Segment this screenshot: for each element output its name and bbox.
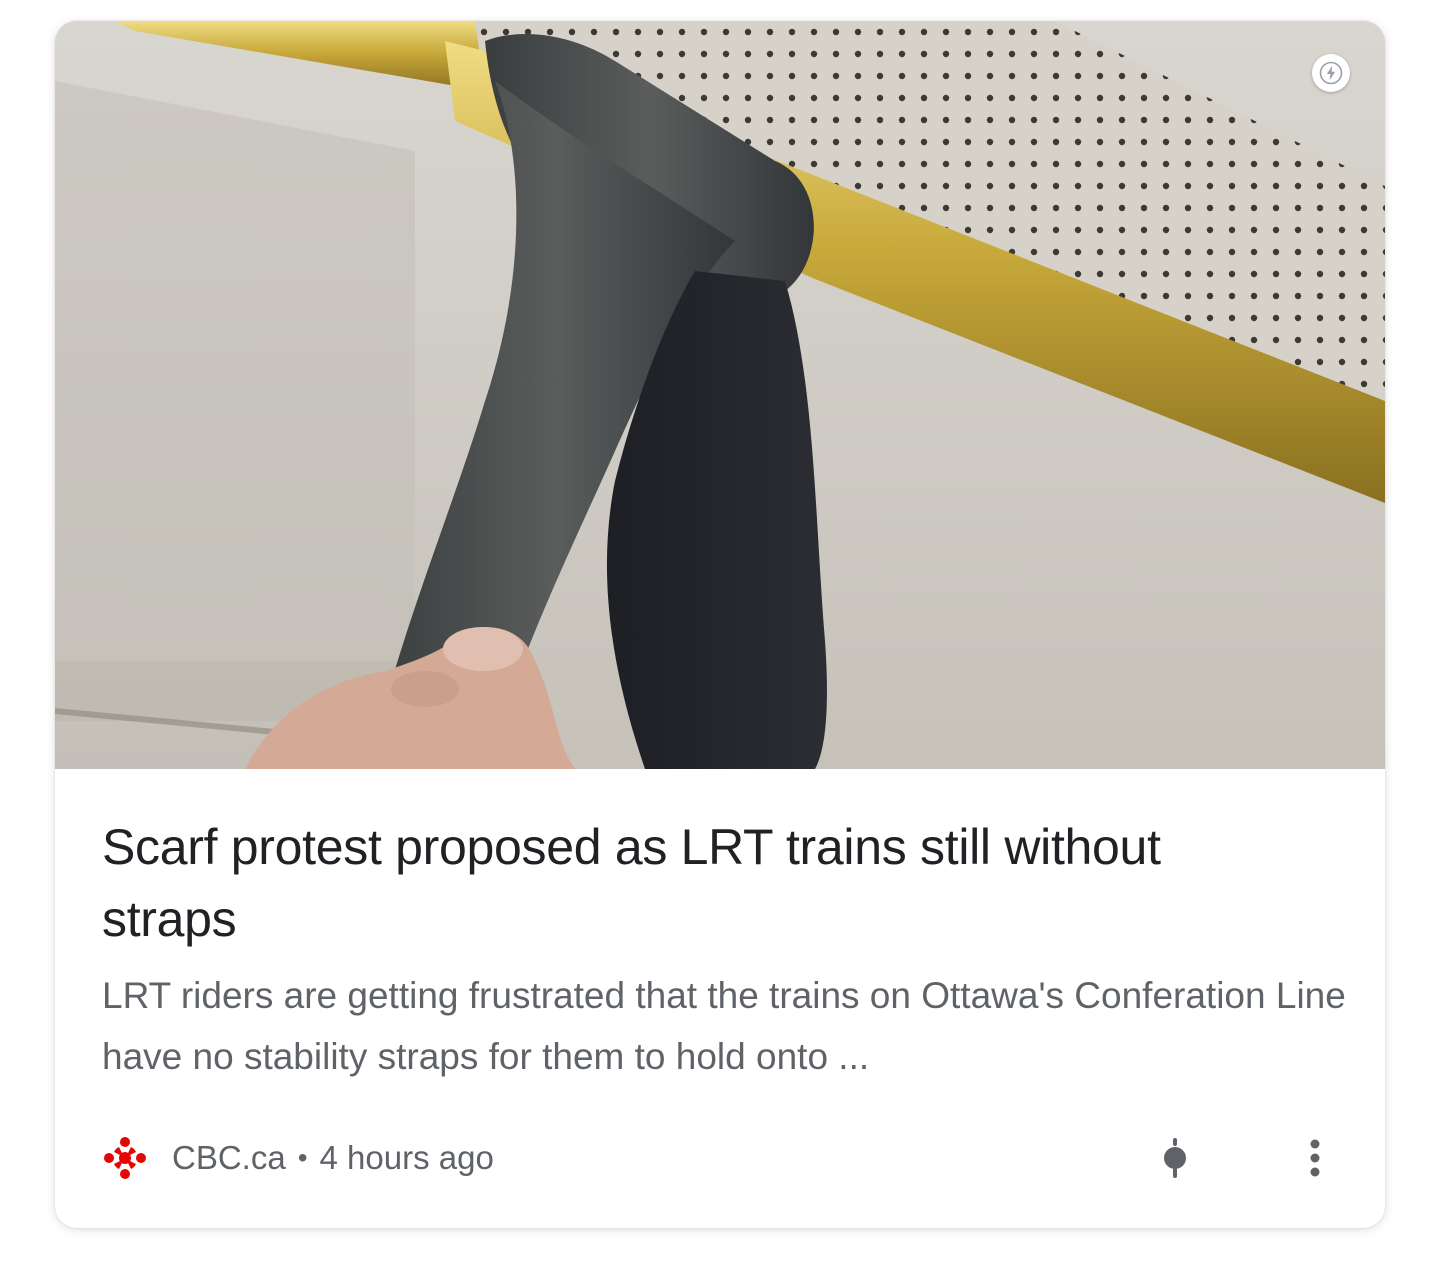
lightning-bolt-icon xyxy=(1312,54,1350,92)
more-vertical-icon[interactable] xyxy=(1295,1129,1335,1187)
article-meta: CBC.ca • 4 hours ago xyxy=(102,1133,494,1183)
pin-icon[interactable] xyxy=(1152,1129,1198,1187)
article-snippet: LRT riders are getting frustrated that t… xyxy=(102,975,1346,1077)
news-card[interactable]: Scarf protest proposed as LRT trains sti… xyxy=(55,21,1385,1228)
source-name[interactable]: CBC.ca xyxy=(172,1139,286,1177)
cbc-gem-logo xyxy=(104,1137,146,1179)
scarf-on-rail-photo xyxy=(55,21,1385,769)
meta-separator: • xyxy=(297,1142,308,1173)
publish-time: 4 hours ago xyxy=(319,1139,494,1176)
article-image[interactable] xyxy=(55,21,1385,769)
article-headline[interactable]: Scarf protest proposed as LRT trains sti… xyxy=(102,811,1302,955)
